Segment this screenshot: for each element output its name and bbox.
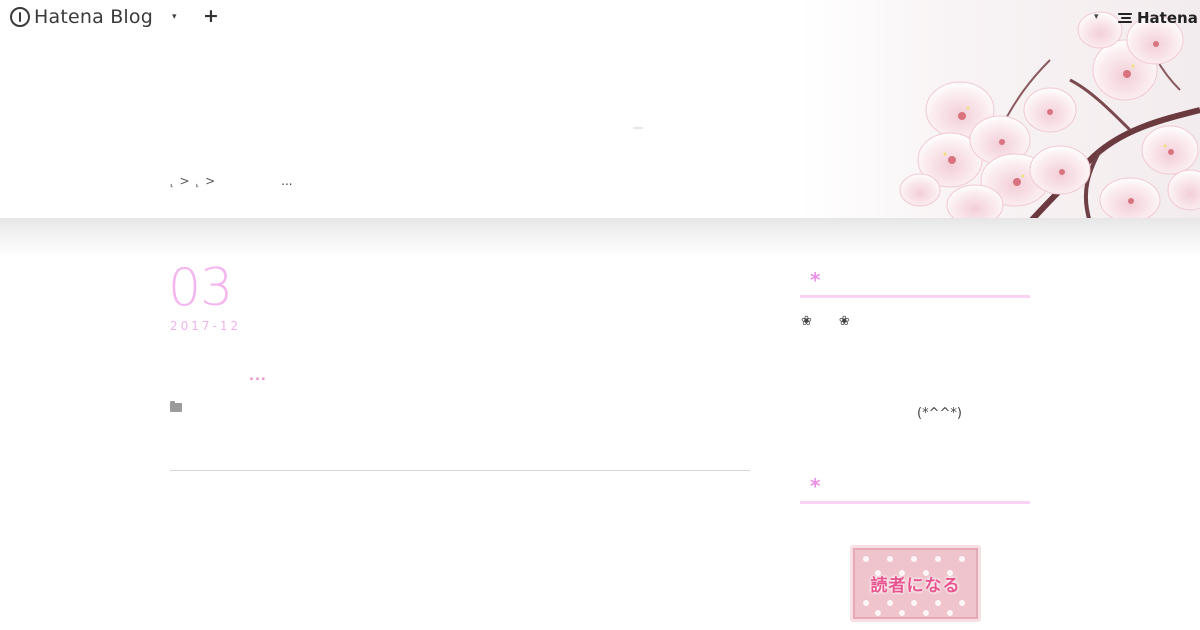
- header-divider: [633, 127, 643, 129]
- asterisk-icon: *: [810, 268, 821, 292]
- breadcrumb-separator: >: [205, 174, 216, 188]
- hatena-blog-logo[interactable]: Hatena Blog: [10, 6, 153, 28]
- subscribe-button[interactable]: 読者になる: [850, 545, 981, 622]
- breadcrumb: ⸤ > ⸤ > ...: [170, 174, 293, 189]
- entry-date-day[interactable]: 03: [168, 258, 233, 318]
- entry-title-link[interactable]: ...: [249, 369, 267, 384]
- blog-menu-dropdown[interactable]: ▾: [172, 12, 177, 22]
- new-post-button[interactable]: +: [203, 7, 219, 26]
- hatena-blog-pen-icon: [10, 7, 30, 27]
- profile-emoticon: (*^^*): [917, 406, 962, 421]
- header-shadow: [0, 218, 1200, 258]
- asterisk-icon: *: [810, 474, 821, 498]
- sidebar-profile-title: *: [800, 268, 1030, 298]
- entry-date-year-month[interactable]: 2017-12: [170, 319, 241, 333]
- user-menu-dropdown[interactable]: ▾: [1094, 12, 1099, 22]
- sidebar-subscribe-title: *: [800, 474, 1030, 504]
- subscribe-button-label: 読者になる: [870, 576, 961, 596]
- entry-divider: [170, 470, 750, 471]
- hatena-lines-icon: [1118, 12, 1134, 24]
- breadcrumb-item-home[interactable]: ⸤: [170, 179, 174, 189]
- hatena-global-header: Hatena Blog ▾ + ▾ Hatena: [0, 0, 1200, 38]
- hatena-logo[interactable]: Hatena: [1118, 9, 1198, 27]
- breadcrumb-item-current: ...: [281, 174, 293, 188]
- breadcrumb-separator: >: [179, 174, 190, 188]
- profile-description: ❀ ❀: [801, 314, 850, 329]
- breadcrumb-item-archive[interactable]: ⸤: [196, 179, 200, 189]
- hatena-blog-brand: Hatena Blog: [34, 6, 153, 28]
- flower-icon: ❀: [801, 314, 812, 329]
- folder-icon: [170, 401, 182, 412]
- flower-icon: ❀: [838, 314, 850, 329]
- hatena-brand: Hatena: [1137, 9, 1198, 27]
